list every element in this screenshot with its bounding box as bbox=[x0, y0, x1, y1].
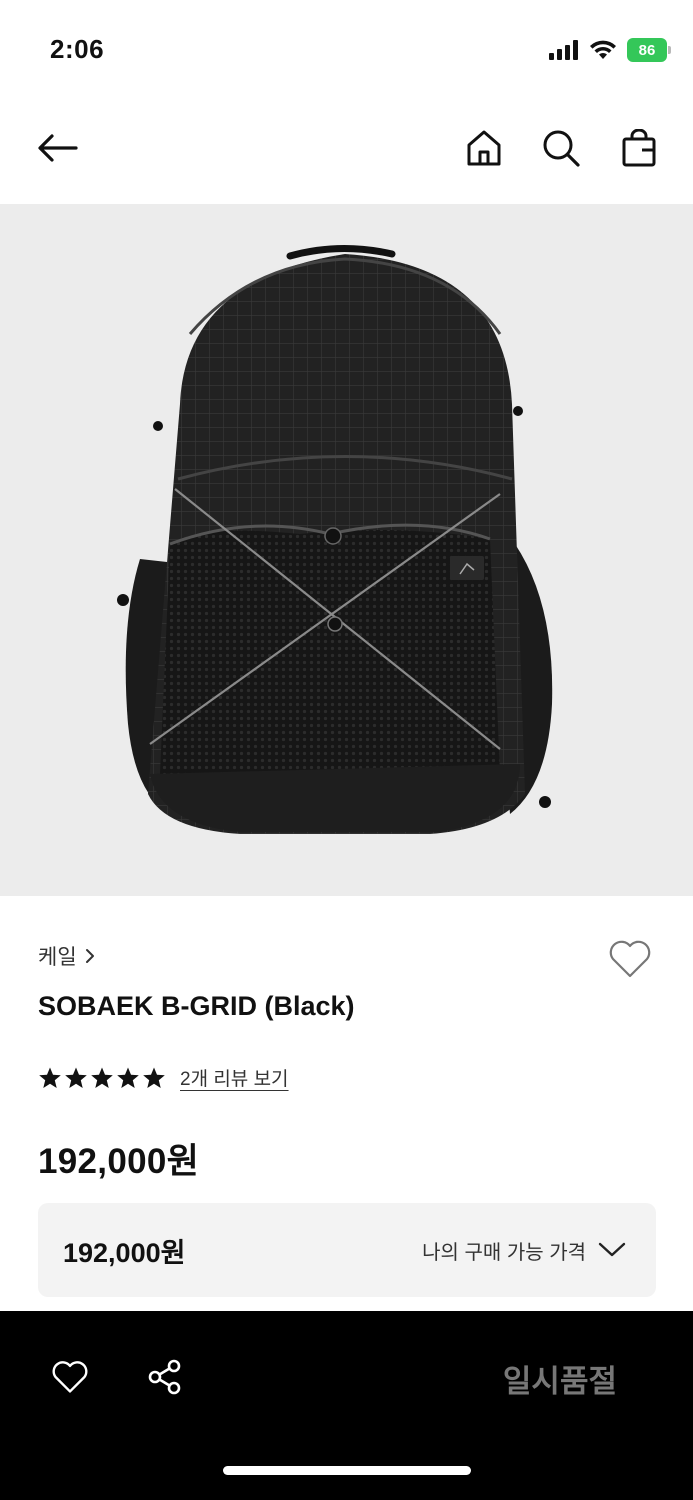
share-icon bbox=[148, 1359, 181, 1395]
product-image[interactable] bbox=[0, 204, 693, 896]
search-button[interactable] bbox=[537, 124, 585, 172]
my-price-dropdown[interactable]: 192,000원 나의 구매 가능 가격 bbox=[38, 1203, 656, 1297]
my-price-toggle: 나의 구매 가능 가격 bbox=[422, 1236, 626, 1265]
review-link[interactable]: 2개 리뷰 보기 bbox=[180, 1064, 289, 1091]
product-name: SOBAEK B-GRID (Black) bbox=[38, 991, 355, 1021]
back-arrow-icon bbox=[38, 134, 78, 162]
product-price: 192,000원 bbox=[38, 1142, 200, 1181]
battery-indicator: 86 bbox=[627, 38, 671, 62]
wishlist-bottom-button[interactable] bbox=[48, 1355, 92, 1399]
home-button[interactable] bbox=[460, 124, 508, 172]
heart-outline-icon bbox=[609, 940, 651, 978]
status-icons: 86 bbox=[549, 38, 671, 62]
cellular-signal-icon bbox=[549, 40, 578, 60]
search-icon bbox=[543, 130, 580, 167]
star-icon bbox=[91, 1067, 113, 1088]
star-icon bbox=[143, 1067, 165, 1088]
sold-out-label: 일시품절 bbox=[502, 1364, 617, 1399]
home-indicator bbox=[223, 1466, 471, 1475]
share-button[interactable] bbox=[143, 1355, 187, 1399]
star-icon bbox=[117, 1067, 139, 1088]
status-time: 2:06 bbox=[50, 34, 105, 64]
wishlist-button[interactable] bbox=[607, 936, 653, 982]
cart-button[interactable] bbox=[615, 124, 663, 172]
home-icon bbox=[467, 130, 501, 166]
star-icon bbox=[65, 1067, 87, 1088]
star-icon bbox=[39, 1067, 61, 1088]
wifi-icon bbox=[590, 40, 616, 59]
back-button[interactable] bbox=[34, 124, 82, 172]
my-price-amount: 192,000원 bbox=[63, 1237, 186, 1268]
brand-link[interactable]: 케일 bbox=[38, 941, 95, 971]
rating-row: 2개 리뷰 보기 bbox=[38, 1064, 289, 1091]
top-nav-bar bbox=[0, 100, 693, 204]
battery-level: 86 bbox=[638, 41, 656, 59]
heart-outline-icon bbox=[52, 1361, 88, 1393]
backpack-illustration bbox=[117, 244, 553, 834]
brand-name: 케일 bbox=[38, 946, 77, 969]
my-price-label: 나의 구매 가능 가격 bbox=[422, 1241, 586, 1264]
rating-stars bbox=[38, 1066, 166, 1090]
chevron-down-icon bbox=[598, 1242, 626, 1257]
status-bar: 2:06 86 bbox=[0, 0, 693, 100]
chevron-right-icon bbox=[85, 949, 94, 963]
shopping-bag-icon bbox=[622, 129, 656, 167]
